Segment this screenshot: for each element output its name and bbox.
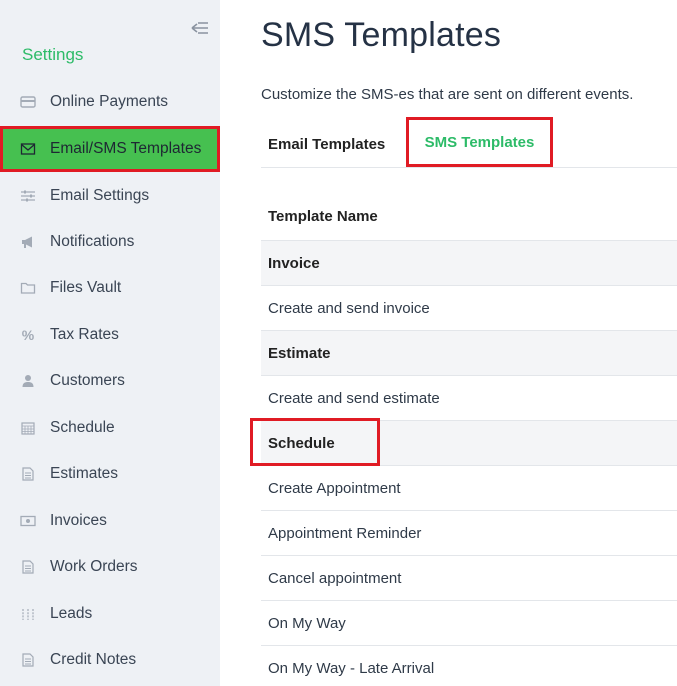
sidebar-item-work-orders[interactable]: Work Orders [0, 545, 220, 589]
percent-icon: % [21, 327, 35, 343]
folder-icon [20, 280, 36, 296]
group-row-estimate: Estimate [261, 331, 677, 376]
table-row[interactable]: Create and send invoice [261, 286, 677, 331]
sidebar-item-notifications[interactable]: Notifications [0, 220, 220, 264]
document-icon [20, 466, 36, 482]
sidebar-item-online-payments[interactable]: Online Payments [0, 80, 220, 124]
page-description: Customize the SMS-es that are sent on di… [261, 86, 634, 103]
credit-card-icon [20, 94, 36, 110]
table-header: Template Name [261, 193, 677, 241]
sidebar-item-label: Work Orders [50, 558, 138, 575]
sidebar-item-schedule[interactable]: Schedule [0, 406, 220, 450]
sidebar-item-label: Schedule [50, 419, 115, 436]
sidebar-item-label: Online Payments [50, 93, 169, 110]
settings-sidebar: Settings Online Payments Email/SMS Templ… [0, 0, 220, 686]
sidebar-item-label: Invoices [50, 512, 107, 529]
template-tabs: Email Templates SMS Templates [261, 117, 677, 168]
table-row[interactable]: Create and send estimate [261, 376, 677, 421]
sidebar-item-label: Estimates [50, 465, 119, 482]
sidebar-item-invoices[interactable]: Invoices [0, 499, 220, 543]
sidebar-item-customers[interactable]: Customers [0, 359, 220, 403]
megaphone-icon [20, 234, 36, 250]
table-row[interactable]: Appointment Reminder [261, 511, 677, 556]
group-row-invoice: Invoice [261, 241, 677, 286]
sidebar-item-label: Notifications [50, 233, 135, 250]
sidebar-item-label: Files Vault [50, 279, 122, 296]
collapse-sidebar-icon[interactable] [190, 18, 210, 38]
tab-email-templates[interactable]: Email Templates [268, 120, 385, 168]
document-icon [20, 652, 36, 668]
leads-icon [20, 606, 36, 622]
sliders-icon [20, 188, 36, 204]
page-title: SMS Templates [261, 16, 502, 54]
sidebar-item-label: Email/SMS Templates [50, 140, 202, 157]
sidebar-title: Settings [22, 45, 84, 64]
sidebar-item-label: Tax Rates [50, 326, 119, 343]
sidebar-item-credit-notes[interactable]: Credit Notes [0, 638, 220, 682]
sidebar-item-label: Credit Notes [50, 651, 137, 668]
sidebar-item-files-vault[interactable]: Files Vault [0, 266, 220, 310]
envelope-icon [20, 141, 36, 157]
table-row[interactable]: On My Way [261, 601, 677, 646]
main-content: SMS Templates Customize the SMS-es that … [222, 0, 677, 686]
sidebar-item-tax-rates[interactable]: % Tax Rates [0, 313, 220, 357]
tab-sms-templates[interactable]: SMS Templates [406, 117, 553, 167]
user-icon [20, 373, 36, 389]
table-row[interactable]: Cancel appointment [261, 556, 677, 601]
calendar-icon [20, 420, 36, 436]
sidebar-item-leads[interactable]: Leads [0, 592, 220, 636]
sidebar-item-label: Customers [50, 372, 125, 389]
money-icon [20, 513, 36, 529]
sidebar-item-email-sms-templates[interactable]: Email/SMS Templates [0, 126, 220, 172]
sidebar-item-label: Email Settings [50, 187, 150, 204]
sidebar-item-email-settings[interactable]: Email Settings [0, 174, 220, 218]
table-row[interactable]: Create Appointment [261, 466, 677, 511]
document-icon [20, 559, 36, 575]
sidebar-item-estimates[interactable]: Estimates [0, 452, 220, 496]
schedule-highlight-box [250, 418, 380, 466]
sidebar-item-label: Leads [50, 605, 93, 622]
table-row[interactable]: On My Way - Late Arrival [261, 646, 677, 686]
